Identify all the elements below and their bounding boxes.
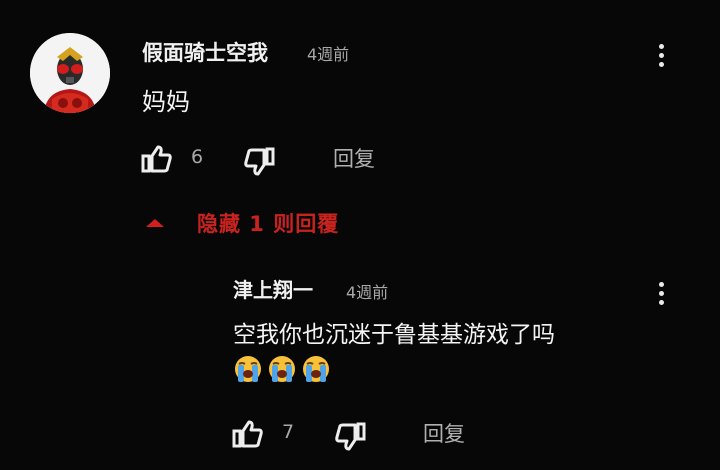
- like-count: 6: [191, 146, 204, 168]
- comment-text: 妈妈: [142, 88, 190, 116]
- reply-button[interactable]: 回复: [333, 143, 375, 173]
- thumb-up-icon[interactable]: [141, 144, 173, 174]
- reply-text: 空我你也沉迷于鲁基基游戏了吗: [233, 322, 555, 348]
- thumb-down-icon[interactable]: [334, 422, 366, 452]
- emoji-row: [233, 354, 331, 384]
- loudly-crying-face-icon: [303, 356, 329, 382]
- hide-replies-label: 隐藏 1 则回覆: [197, 212, 340, 236]
- loudly-crying-face-icon: [269, 356, 295, 382]
- more-options-icon[interactable]: [656, 44, 666, 71]
- avatar[interactable]: [30, 33, 110, 113]
- comment-time: 4週前: [307, 45, 350, 64]
- like-count: 7: [282, 421, 295, 443]
- hide-replies-toggle[interactable]: 隐藏 1 则回覆: [146, 206, 339, 240]
- thumb-down-icon[interactable]: [243, 147, 275, 177]
- reply-time: 4週前: [346, 283, 389, 302]
- comment-author[interactable]: 假面骑士空我: [142, 37, 268, 67]
- loudly-crying-face-icon: [235, 356, 261, 382]
- collapse-triangle-icon: [146, 219, 164, 227]
- more-options-icon[interactable]: [656, 282, 666, 309]
- masked-rider-avatar-image: [30, 33, 110, 113]
- thumb-up-icon[interactable]: [232, 419, 264, 449]
- reply-author[interactable]: 津上翔一: [233, 274, 313, 303]
- reply-button[interactable]: 回复: [423, 418, 465, 448]
